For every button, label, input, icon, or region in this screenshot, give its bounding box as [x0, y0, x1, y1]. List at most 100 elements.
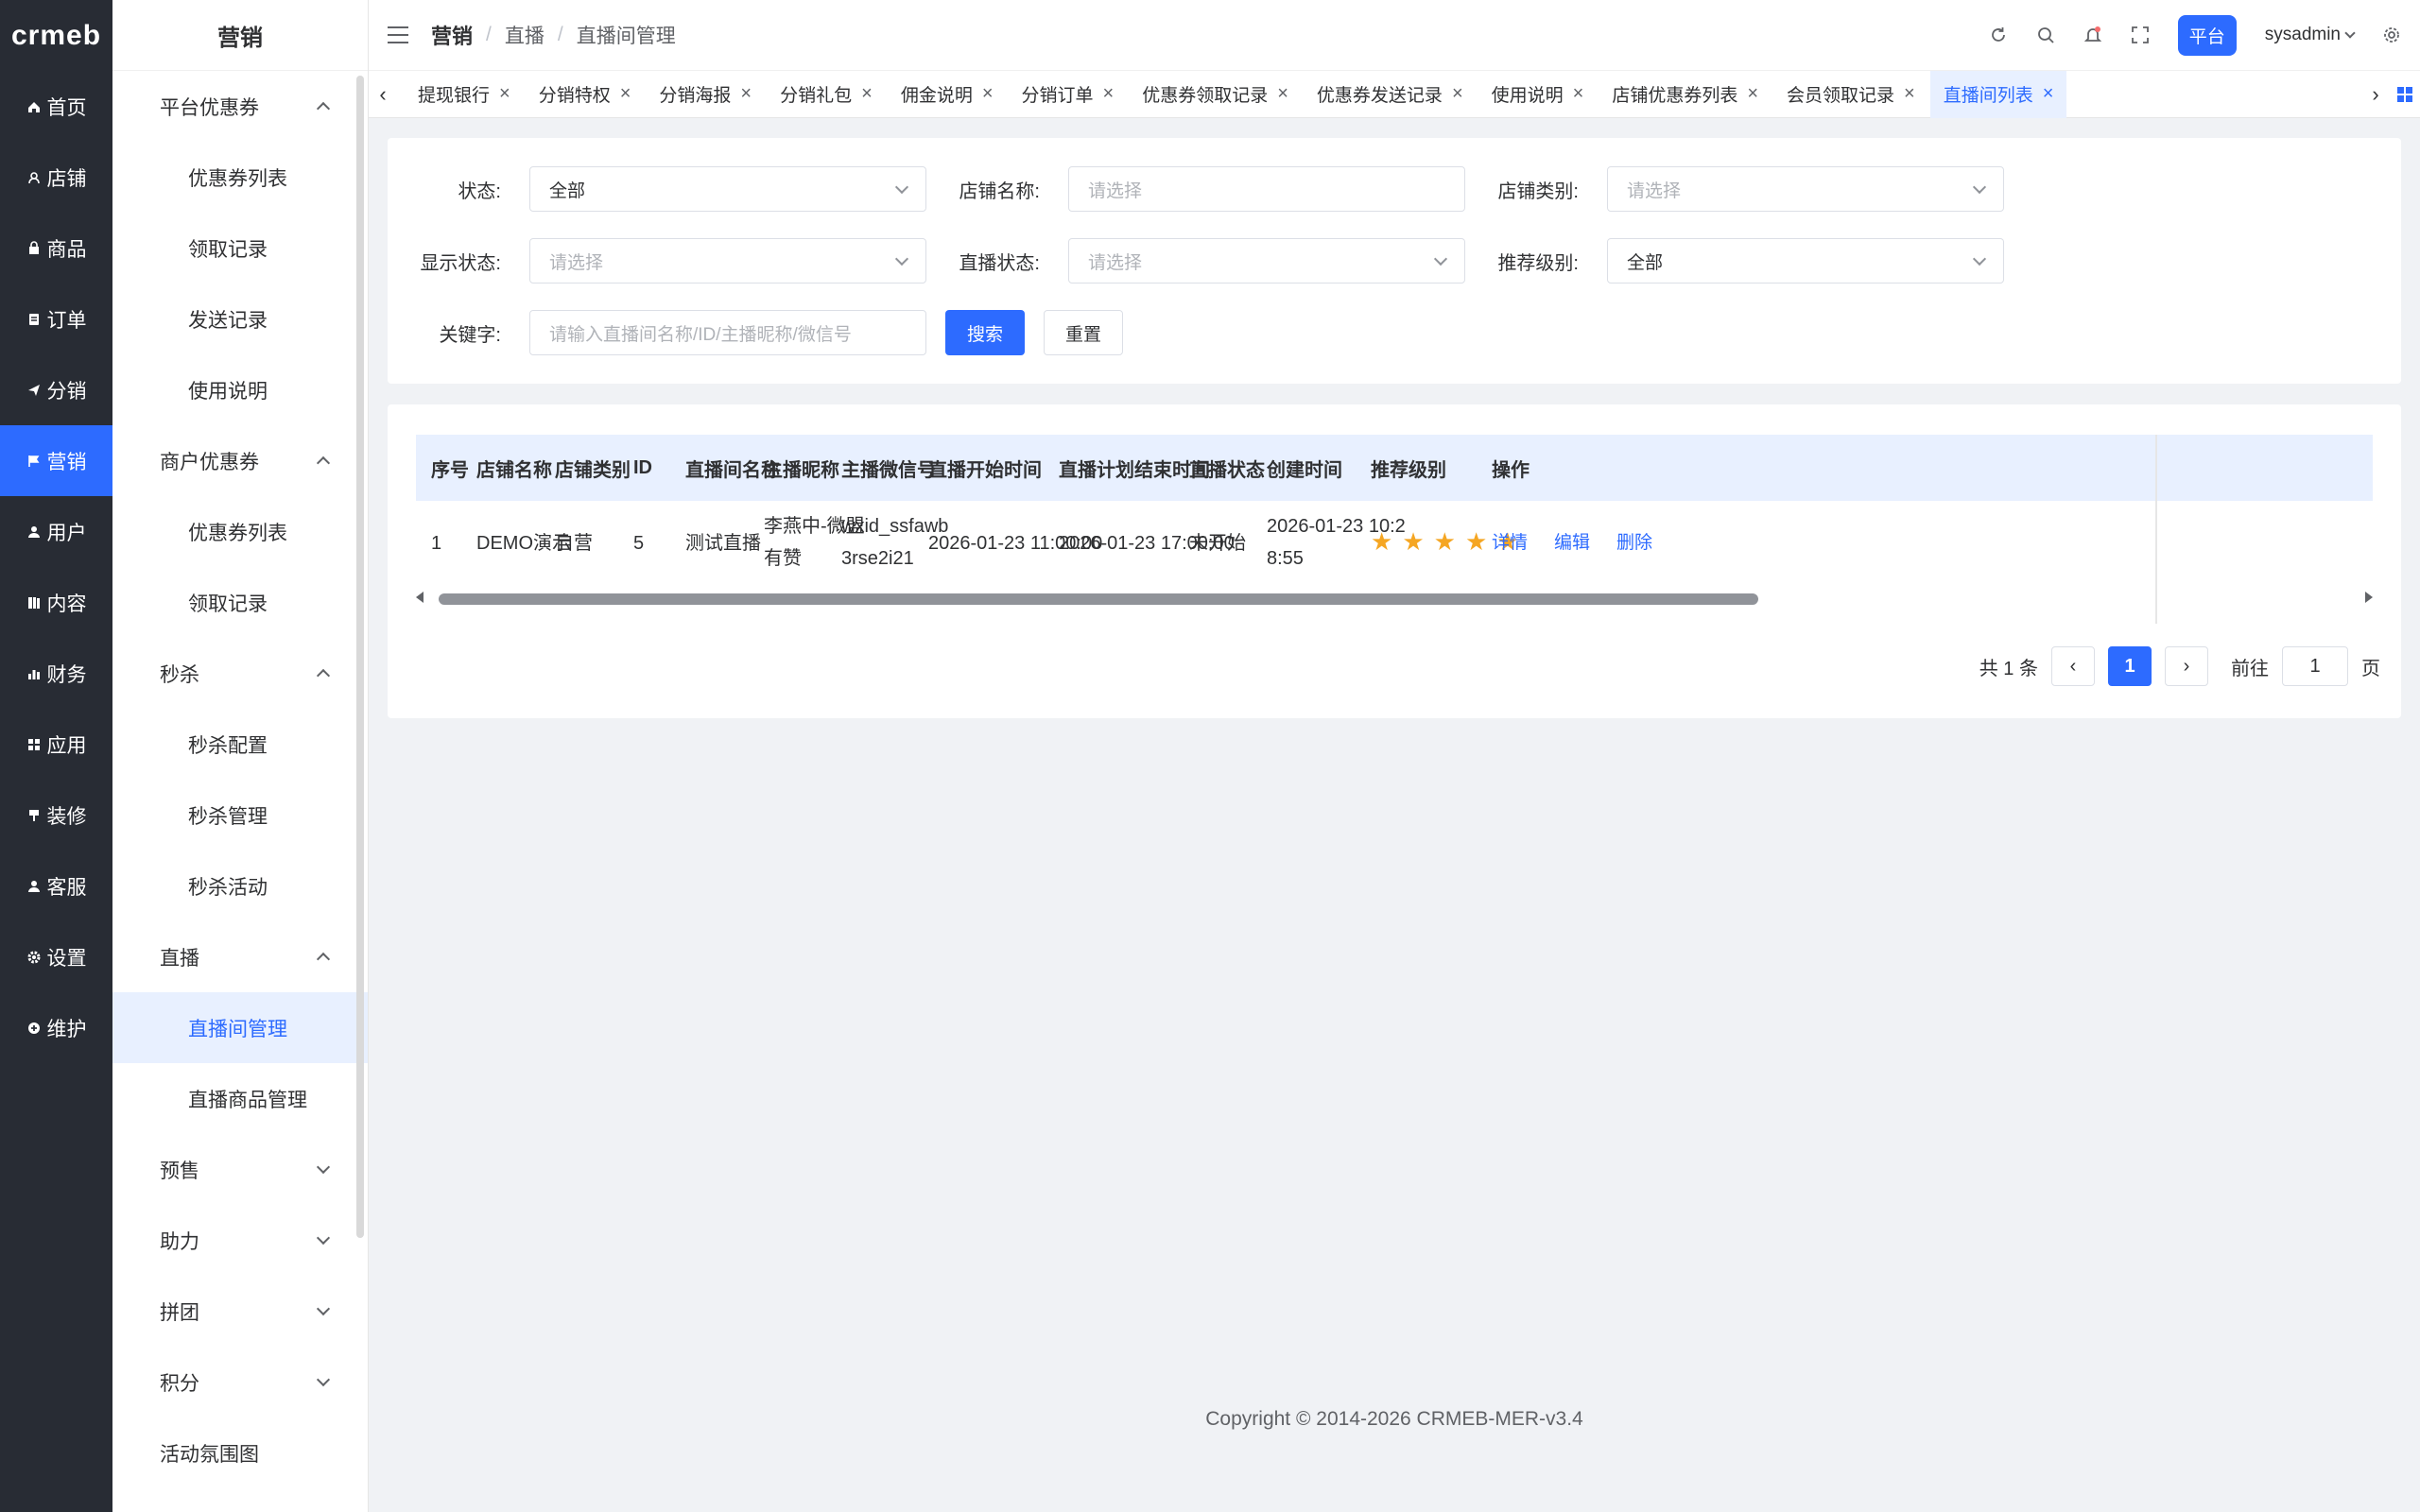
- close-icon[interactable]: ×: [1103, 83, 1115, 105]
- submenu-item[interactable]: 直播商品管理: [112, 1063, 368, 1134]
- submenu-group[interactable]: 直播: [112, 921, 368, 992]
- submenu-group[interactable]: 拼团: [112, 1276, 368, 1347]
- goto-page-input[interactable]: 1: [2282, 646, 2348, 686]
- star-icon[interactable]: ★: [1402, 525, 1424, 558]
- rail-item[interactable]: 应用: [0, 709, 112, 780]
- page-tab[interactable]: 店铺优惠券列表 ×: [1599, 71, 1772, 118]
- close-icon[interactable]: ×: [982, 83, 994, 105]
- scroll-left-icon[interactable]: [416, 592, 424, 603]
- rail-item[interactable]: 分销: [0, 354, 112, 425]
- rail-item[interactable]: 营销: [0, 425, 112, 496]
- submenu-group[interactable]: 活动氛围图: [112, 1418, 368, 1488]
- page-tab[interactable]: 会员领取记录 ×: [1773, 71, 1928, 118]
- page-tab[interactable]: 使用说明 ×: [1478, 71, 1598, 118]
- brush-icon: [28, 809, 39, 821]
- user-menu[interactable]: sysadmin: [2265, 25, 2356, 45]
- submenu-group-label: 预售: [160, 1160, 199, 1182]
- display-status-select[interactable]: 请选择: [529, 238, 926, 284]
- reset-button[interactable]: 重置: [1044, 310, 1123, 355]
- row-action-link[interactable]: 编辑: [1554, 527, 1590, 559]
- page-tab[interactable]: 佣金说明 ×: [888, 71, 1007, 118]
- close-icon[interactable]: ×: [1277, 83, 1288, 105]
- close-icon[interactable]: ×: [1747, 83, 1758, 105]
- refresh-icon[interactable]: [1989, 26, 2008, 44]
- tabs-scroll-right-icon[interactable]: ›: [2361, 82, 2390, 107]
- rail-item[interactable]: 装修: [0, 780, 112, 850]
- store-type-select[interactable]: 请选择: [1607, 166, 2004, 212]
- store-name-select[interactable]: 请选择: [1068, 166, 1465, 212]
- breadcrumb-item[interactable]: 营销: [431, 20, 473, 50]
- submenu-item[interactable]: 直播间管理: [112, 992, 368, 1063]
- page-tab[interactable]: 直播间列表 ×: [1929, 70, 2067, 118]
- rail-item[interactable]: 首页: [0, 71, 112, 142]
- rail-item[interactable]: 店铺: [0, 142, 112, 213]
- star-icon[interactable]: ★: [1434, 525, 1456, 558]
- tab-label: 分销海报: [659, 86, 732, 106]
- rail-item[interactable]: 订单: [0, 284, 112, 354]
- submenu-group[interactable]: 秒杀: [112, 638, 368, 709]
- close-icon[interactable]: ×: [1904, 83, 1915, 105]
- bell-icon[interactable]: [2083, 26, 2102, 44]
- page-tab[interactable]: 分销海报 ×: [646, 71, 765, 118]
- close-icon[interactable]: ×: [861, 83, 873, 105]
- horizontal-scrollbar[interactable]: [416, 590, 2373, 605]
- close-icon[interactable]: ×: [499, 83, 510, 105]
- recommend-level-select[interactable]: 全部: [1607, 238, 2004, 284]
- submenu-item[interactable]: 秒杀活动: [112, 850, 368, 921]
- submenu-group[interactable]: 助力: [112, 1205, 368, 1276]
- page-tab[interactable]: 分销订单 ×: [1009, 71, 1128, 118]
- submenu-item[interactable]: 使用说明: [112, 354, 368, 425]
- close-icon[interactable]: ×: [2043, 83, 2054, 105]
- prev-page-button[interactable]: ‹: [2051, 646, 2095, 686]
- rail-item[interactable]: 商品: [0, 213, 112, 284]
- star-icon[interactable]: ★: [1465, 525, 1487, 558]
- close-icon[interactable]: ×: [740, 83, 752, 105]
- page-number-button[interactable]: 1: [2108, 646, 2152, 686]
- fullscreen-icon[interactable]: [2131, 26, 2150, 44]
- rail-item[interactable]: 设置: [0, 921, 112, 992]
- submenu-item[interactable]: 发送记录: [112, 284, 368, 354]
- keyword-input[interactable]: 请输入直播间名称/ID/主播昵称/微信号: [529, 310, 926, 355]
- scroll-right-icon[interactable]: [2365, 592, 2373, 603]
- search-button[interactable]: 搜索: [945, 310, 1025, 355]
- status-select[interactable]: 全部: [529, 166, 926, 212]
- submenu-scrollbar[interactable]: [356, 76, 364, 1238]
- tabs-scroll-left-icon[interactable]: ‹: [369, 82, 397, 107]
- settings-icon[interactable]: [2382, 26, 2401, 44]
- submenu-item[interactable]: 秒杀配置: [112, 709, 368, 780]
- submenu-group[interactable]: 商户优惠券: [112, 425, 368, 496]
- rail-item[interactable]: 用户: [0, 496, 112, 567]
- page-tab[interactable]: 分销特权 ×: [526, 71, 645, 118]
- submenu-group[interactable]: 预售: [112, 1134, 368, 1205]
- collapse-menu-icon[interactable]: [388, 26, 408, 43]
- page-tab[interactable]: 优惠券领取记录 ×: [1129, 71, 1302, 118]
- close-icon[interactable]: ×: [1573, 83, 1584, 105]
- gear-icon: [27, 951, 40, 963]
- scrollbar-thumb[interactable]: [439, 593, 1758, 605]
- platform-button[interactable]: 平台: [2177, 14, 2237, 56]
- tabs-menu-icon[interactable]: [2397, 86, 2412, 102]
- row-action-link[interactable]: 删除: [1616, 527, 1652, 559]
- submenu-item[interactable]: 领取记录: [112, 213, 368, 284]
- page-tab[interactable]: 优惠券发送记录 ×: [1304, 71, 1477, 118]
- star-icon[interactable]: ★: [1371, 525, 1392, 558]
- breadcrumb-item[interactable]: 直播: [505, 21, 544, 49]
- next-page-button[interactable]: ›: [2165, 646, 2208, 686]
- submenu-item[interactable]: 秒杀管理: [112, 780, 368, 850]
- submenu-group[interactable]: 积分: [112, 1347, 368, 1418]
- submenu-item[interactable]: 优惠券列表: [112, 496, 368, 567]
- rail-item[interactable]: 维护: [0, 992, 112, 1063]
- close-icon[interactable]: ×: [620, 83, 631, 105]
- submenu-group[interactable]: 平台优惠券: [112, 71, 368, 142]
- row-action-link[interactable]: 详情: [1492, 527, 1528, 559]
- submenu-item[interactable]: 领取记录: [112, 567, 368, 638]
- page-tab[interactable]: 分销礼包 ×: [767, 71, 886, 118]
- submenu-item[interactable]: 优惠券列表: [112, 142, 368, 213]
- close-icon[interactable]: ×: [1452, 83, 1463, 105]
- page-tab[interactable]: 提现银行 ×: [405, 71, 524, 118]
- rail-item[interactable]: 财务: [0, 638, 112, 709]
- search-icon[interactable]: [2036, 26, 2055, 44]
- live-status-select[interactable]: 请选择: [1068, 238, 1465, 284]
- rail-item[interactable]: 客服: [0, 850, 112, 921]
- rail-item[interactable]: 内容: [0, 567, 112, 638]
